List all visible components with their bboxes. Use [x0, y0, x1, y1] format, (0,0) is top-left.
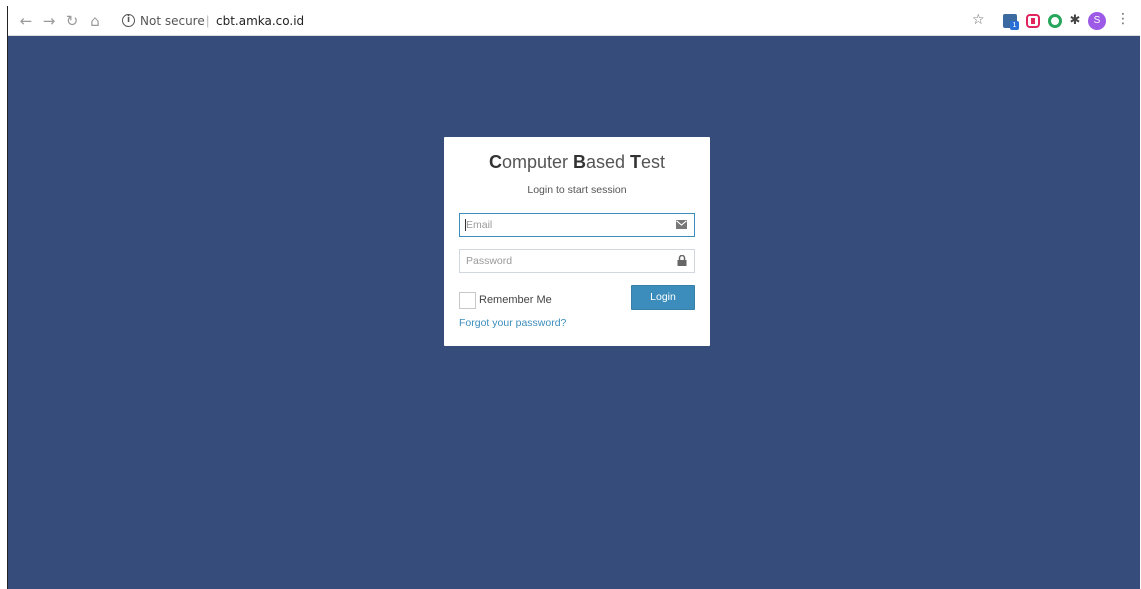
address-separator: | — [206, 13, 210, 28]
title-letter-b: B — [572, 152, 586, 172]
reload-icon[interactable]: ↻ — [63, 12, 81, 30]
title-word-computer: omputer — [501, 152, 573, 172]
title-letter-c: C — [488, 152, 502, 172]
password-input[interactable] — [460, 250, 670, 272]
info-icon[interactable]: i — [122, 14, 135, 27]
login-title: Computer Based Test — [444, 152, 710, 173]
title-word-based: ased — [585, 152, 631, 172]
address-bar[interactable]: i Not secure | cbt.amka.co.id — [116, 9, 966, 33]
forgot-password-link[interactable]: Forgot your password? — [459, 317, 566, 329]
extension-badge: 1 — [1010, 21, 1019, 30]
bookmark-star-icon[interactable]: ☆ — [972, 12, 985, 28]
home-icon[interactable]: ⌂ — [86, 12, 104, 30]
puzzle-extensions-icon[interactable]: ✱ — [1068, 14, 1082, 28]
text-cursor — [465, 219, 466, 231]
title-word-test: est — [641, 152, 666, 172]
browser-toolbar: ← → ↻ ⌂ i Not secure | cbt.amka.co.id ☆ … — [8, 6, 1140, 36]
browser-menu-icon[interactable]: ⋮ — [1116, 11, 1130, 27]
profile-avatar[interactable]: S — [1088, 12, 1106, 30]
email-input[interactable] — [460, 214, 670, 236]
youtube-extension-icon[interactable] — [1026, 14, 1040, 28]
lock-icon — [677, 255, 687, 266]
login-box: Computer Based Test Login to start sessi… — [444, 137, 710, 346]
browser-window: ← → ↻ ⌂ i Not secure | cbt.amka.co.id ☆ … — [7, 6, 1140, 589]
login-button[interactable]: Login — [631, 285, 695, 310]
login-subtitle: Login to start session — [527, 184, 627, 196]
envelope-icon — [676, 220, 687, 229]
password-field[interactable] — [459, 249, 695, 273]
email-field[interactable] — [459, 213, 695, 237]
forward-arrow-icon[interactable]: → — [40, 12, 58, 30]
page-background: Computer Based Test Login to start sessi… — [8, 36, 1140, 589]
security-status[interactable]: Not secure — [140, 14, 205, 28]
url-text[interactable]: cbt.amka.co.id — [216, 14, 304, 28]
title-letter-t: T — [630, 152, 642, 172]
remember-label[interactable]: Remember Me — [479, 294, 552, 306]
remember-checkbox[interactable] — [459, 292, 476, 309]
back-arrow-icon[interactable]: ← — [17, 12, 35, 30]
green-circle-extension-icon[interactable] — [1048, 14, 1062, 28]
